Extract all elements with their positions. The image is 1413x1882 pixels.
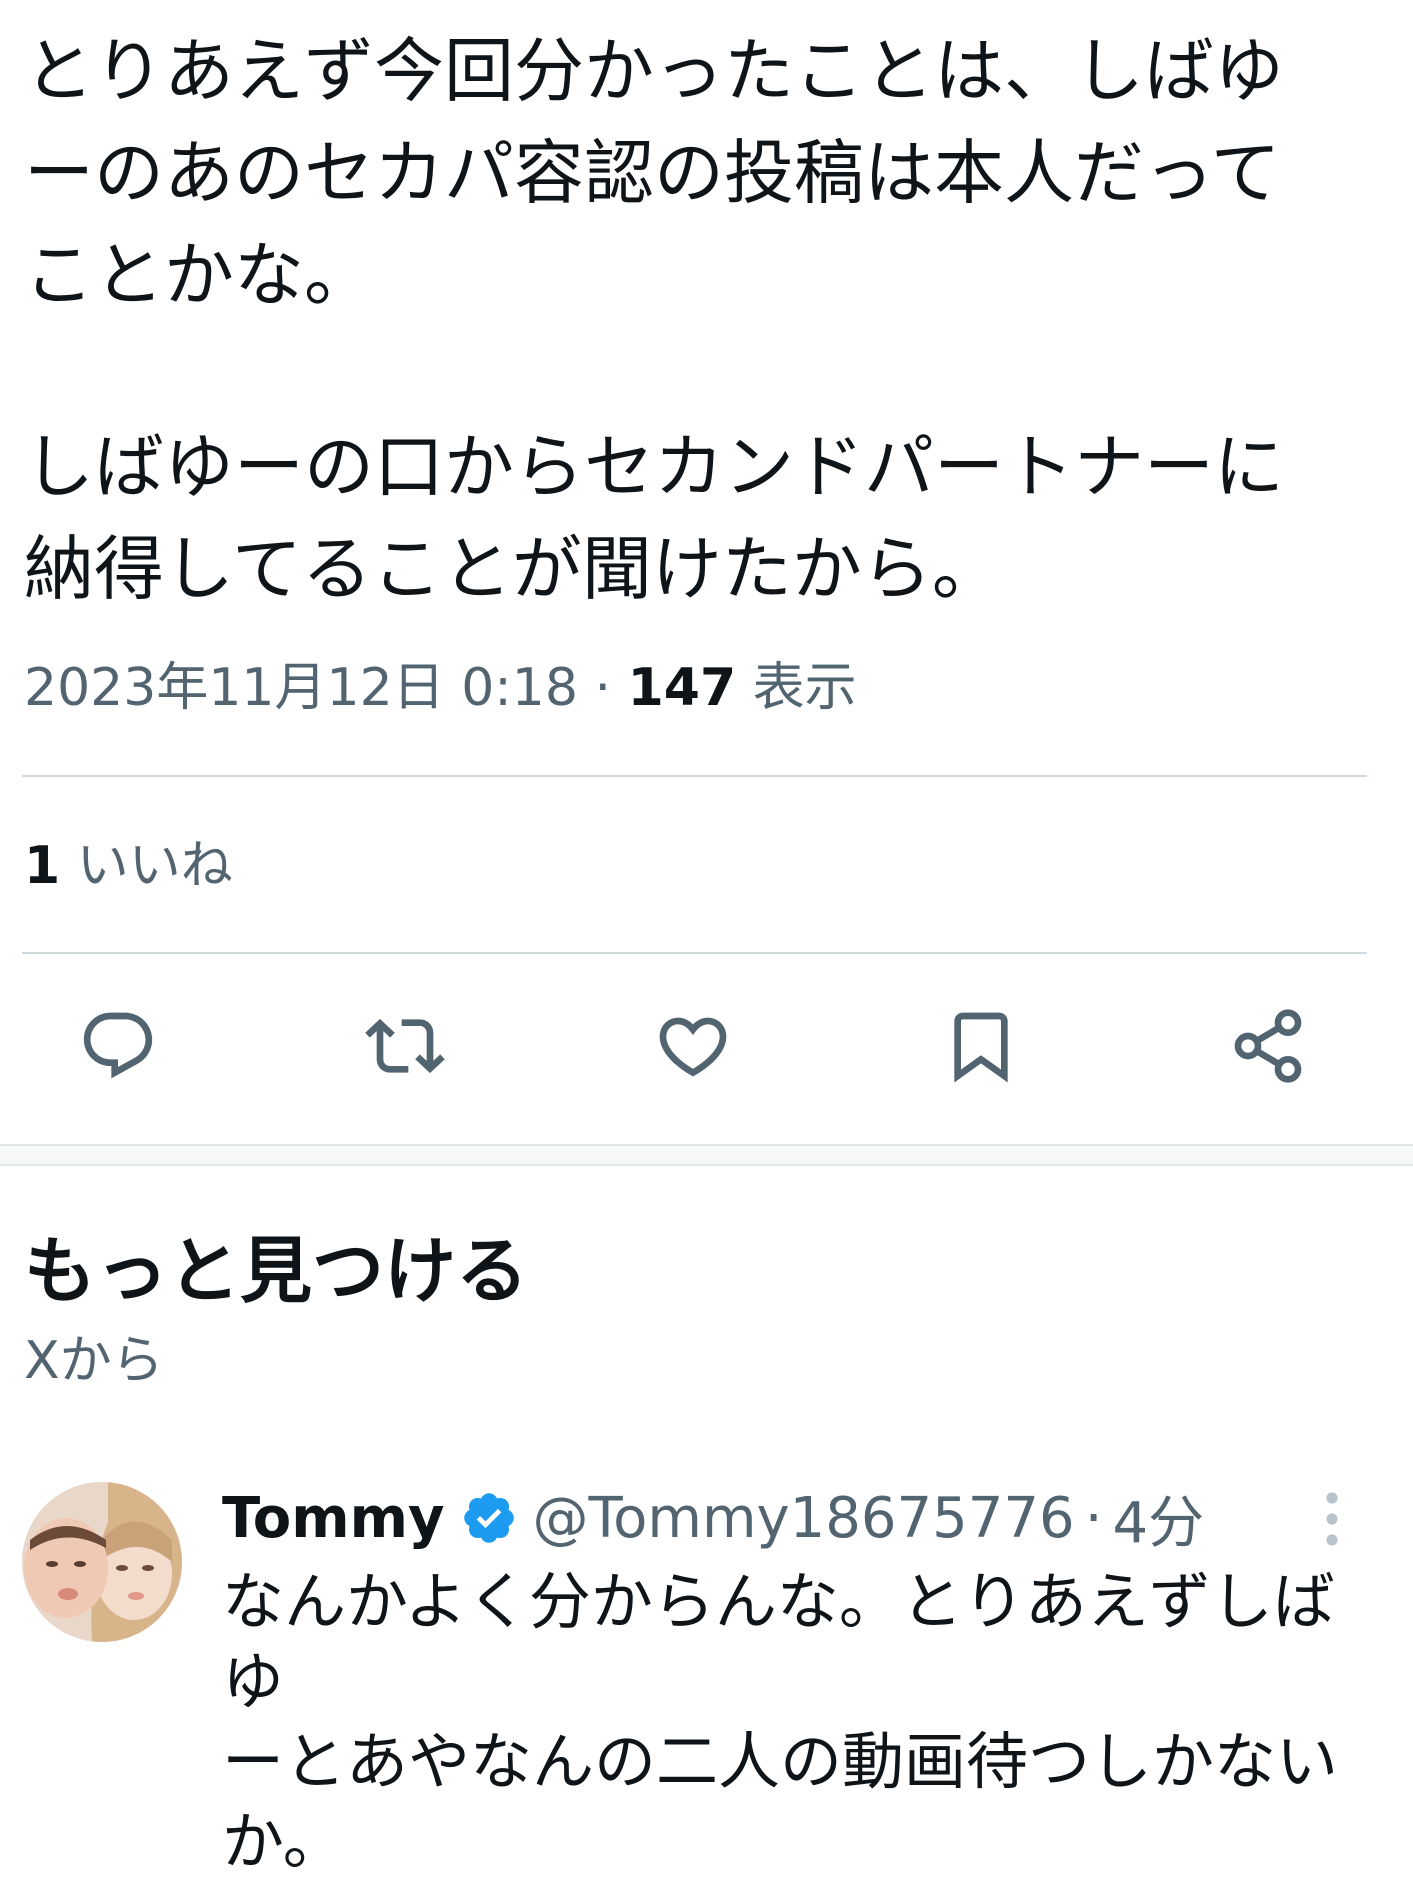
retweet-button[interactable] [355,996,455,1096]
reply-icon [83,1012,153,1079]
likes-stat[interactable]: 1 いいね [24,830,233,902]
reply-line: か。 [222,1805,345,1878]
divider [22,952,1367,954]
reply-time[interactable]: 4分 [1113,1478,1205,1559]
verified-badge-icon [464,1493,515,1543]
tweet-timestamp[interactable]: 2023年11月12日 0:18 [24,658,578,718]
reply-header: Tommy @Tommy18675776 · 4分 [222,1478,1204,1558]
reply-line: なんかよく分からんな。とりあえずしばゆ [222,1565,1335,1718]
section-title: もっと見つける [24,1229,529,1313]
tweet-line: ことかな。 [24,234,374,316]
tweet-text: とりあえず今回分かったことは、しばゆ ーのあのセカパ容認の投稿は本人だって こと… [24,20,1354,620]
bookmark-icon [954,1012,1008,1083]
section-separator [0,1144,1413,1166]
action-bar [0,996,1413,1096]
like-icon [659,1017,727,1077]
retweet-icon [365,1018,445,1074]
tweet-meta: 2023年11月12日 0:18 · 147 表示 [24,652,857,724]
reply-text: なんかよく分からんな。とりあえずしばゆ ーとあやなんの二人の動画待つしかない か… [222,1562,1372,1882]
likes-count: 1 [24,836,61,896]
meta-separator: · [594,658,612,718]
avatar-photo [22,1482,182,1642]
tweet-line: とりあえず今回分かったことは、しばゆ [24,30,1284,112]
reply-author-handle[interactable]: @Tommy18675776 [532,1486,1074,1551]
tweet-line: 納得してることが聞けたから。 [24,528,1002,610]
tweet-line: ーのあのセカパ容認の投稿は本人だって [24,132,1281,214]
divider [22,775,1367,777]
reply-tweet[interactable]: Tommy @Tommy18675776 · 4分 なんかよく分からんな。とりあ… [0,1470,1413,1878]
reply-button[interactable] [68,996,168,1096]
avatar[interactable] [22,1482,182,1642]
section-subtitle: Xから [24,1331,164,1391]
likes-label: いいね [76,836,233,896]
reply-line: ーとあやなんの二人の動画待つしかない [222,1725,1339,1798]
reply-separator: · [1084,1485,1103,1551]
share-button[interactable] [1218,996,1318,1096]
more-options-button[interactable] [1310,1484,1354,1554]
views-count: 147 [627,658,737,718]
share-icon [1234,1009,1302,1083]
more-vertical-icon [1326,1492,1338,1546]
reply-author-name[interactable]: Tommy [222,1486,444,1551]
tweet-line: しばゆーの口からセカンドパートナーに [24,426,1284,508]
views-label: 表示 [752,658,857,718]
like-button[interactable] [643,996,743,1096]
bookmark-button[interactable] [931,996,1031,1096]
